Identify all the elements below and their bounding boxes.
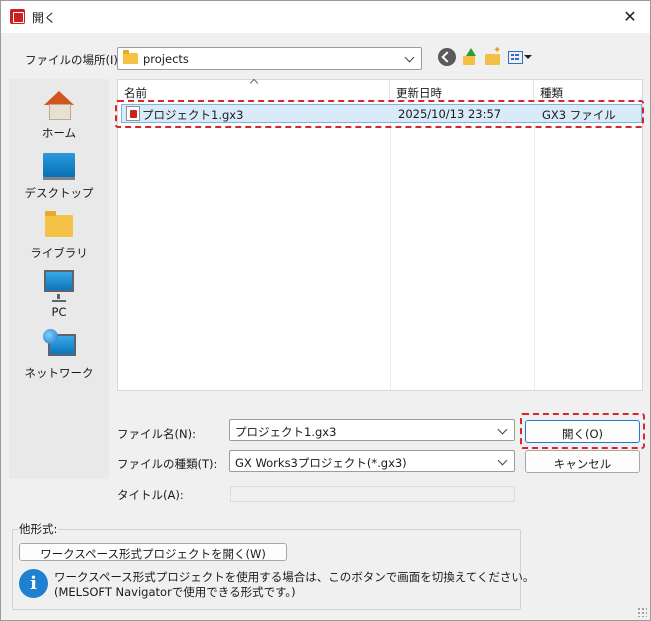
chevron-down-icon <box>404 52 415 63</box>
chevron-down-icon <box>497 455 508 466</box>
column-header-label: 更新日時 <box>396 86 442 100</box>
back-icon[interactable] <box>438 48 456 66</box>
info-line: (MELSOFT Navigatorで使用できる形式です。) <box>54 585 296 599</box>
file-type: GX3 ファイル <box>542 108 616 122</box>
network-icon <box>43 329 76 356</box>
filetype-value: GX Works3プロジェクト(*.gx3) <box>235 456 407 470</box>
look-in-label: ファイルの場所(I): <box>25 53 122 67</box>
column-header-name[interactable]: 名前 <box>118 78 390 102</box>
app-logo-icon <box>10 9 25 24</box>
title-bar: 開く ✕ <box>1 1 650 33</box>
place-label: PC <box>51 305 67 319</box>
sort-ascending-icon <box>249 78 259 88</box>
filename-value: プロジェクト1.gx3 <box>235 425 337 439</box>
up-folder-icon[interactable] <box>461 48 479 66</box>
place-label: ライブラリ <box>30 246 88 260</box>
file-name: プロジェクト1.gx3 <box>142 108 244 122</box>
home-icon <box>44 91 74 120</box>
column-header-label: 名前 <box>124 86 147 100</box>
title-label: タイトル(A): <box>117 488 184 502</box>
library-icon <box>45 211 73 237</box>
file-modified: 2025/10/13 23:57 <box>398 107 502 121</box>
open-workspace-button[interactable]: ワークスペース形式プロジェクトを開く(W) <box>19 543 287 561</box>
places-bar: ホーム デスクトップ ライブラリ PC ネットワーク <box>9 79 109 479</box>
column-divider <box>390 102 391 390</box>
close-button[interactable]: ✕ <box>610 1 650 32</box>
open-dialog: 開く ✕ ファイルの場所(I): projects ホーム デスクトップ ライブ… <box>0 0 651 621</box>
place-library[interactable]: ライブラリ <box>9 203 109 260</box>
pc-icon <box>44 270 74 302</box>
filename-input[interactable]: プロジェクト1.gx3 <box>229 419 515 441</box>
title-field <box>230 486 515 502</box>
folder-icon <box>123 50 138 64</box>
place-home[interactable]: ホーム <box>9 83 109 140</box>
view-menu-icon[interactable] <box>507 48 533 66</box>
column-header-label: 種類 <box>540 86 563 100</box>
info-text: ワークスペース形式プロジェクトを使用する場合は、このボタンで画面を切換えてくださ… <box>54 570 534 600</box>
place-network[interactable]: ネットワーク <box>9 323 109 380</box>
place-label: ネットワーク <box>24 366 94 380</box>
file-list[interactable]: 名前 更新日時 種類 プロジェクト1.gx3 2025/10/13 23:57 … <box>117 78 644 391</box>
window-title: 開く <box>32 11 57 25</box>
column-divider <box>534 102 535 390</box>
place-label: デスクトップ <box>24 186 94 200</box>
look-in-combo[interactable]: projects <box>117 47 422 70</box>
info-icon: i <box>19 569 48 598</box>
column-header-modified[interactable]: 更新日時 <box>390 80 534 102</box>
chevron-down-icon <box>497 424 508 435</box>
column-header-type[interactable]: 種類 <box>534 80 644 102</box>
place-label: ホーム <box>41 126 77 140</box>
new-folder-icon[interactable] <box>484 45 502 66</box>
look-in-value: projects <box>143 52 189 66</box>
filetype-label: ファイルの種類(T): <box>117 457 218 471</box>
desktop-icon <box>43 153 75 180</box>
close-icon: ✕ <box>623 7 637 26</box>
cancel-button[interactable]: キャンセル <box>525 450 640 473</box>
open-button[interactable]: 開く(O) <box>525 420 640 443</box>
place-pc[interactable]: PC <box>9 263 109 319</box>
filetype-select[interactable]: GX Works3プロジェクト(*.gx3) <box>229 450 515 472</box>
place-desktop[interactable]: デスクトップ <box>9 143 109 200</box>
resize-grip-icon[interactable] <box>637 607 647 617</box>
filename-label: ファイル名(N): <box>117 427 196 441</box>
other-format-label: 他形式: <box>18 521 59 537</box>
gx3-file-icon <box>126 106 140 121</box>
file-row[interactable]: プロジェクト1.gx3 2025/10/13 23:57 GX3 ファイル <box>121 104 642 123</box>
info-line: ワークスペース形式プロジェクトを使用する場合は、このボタンで画面を切換えてくださ… <box>54 570 535 584</box>
